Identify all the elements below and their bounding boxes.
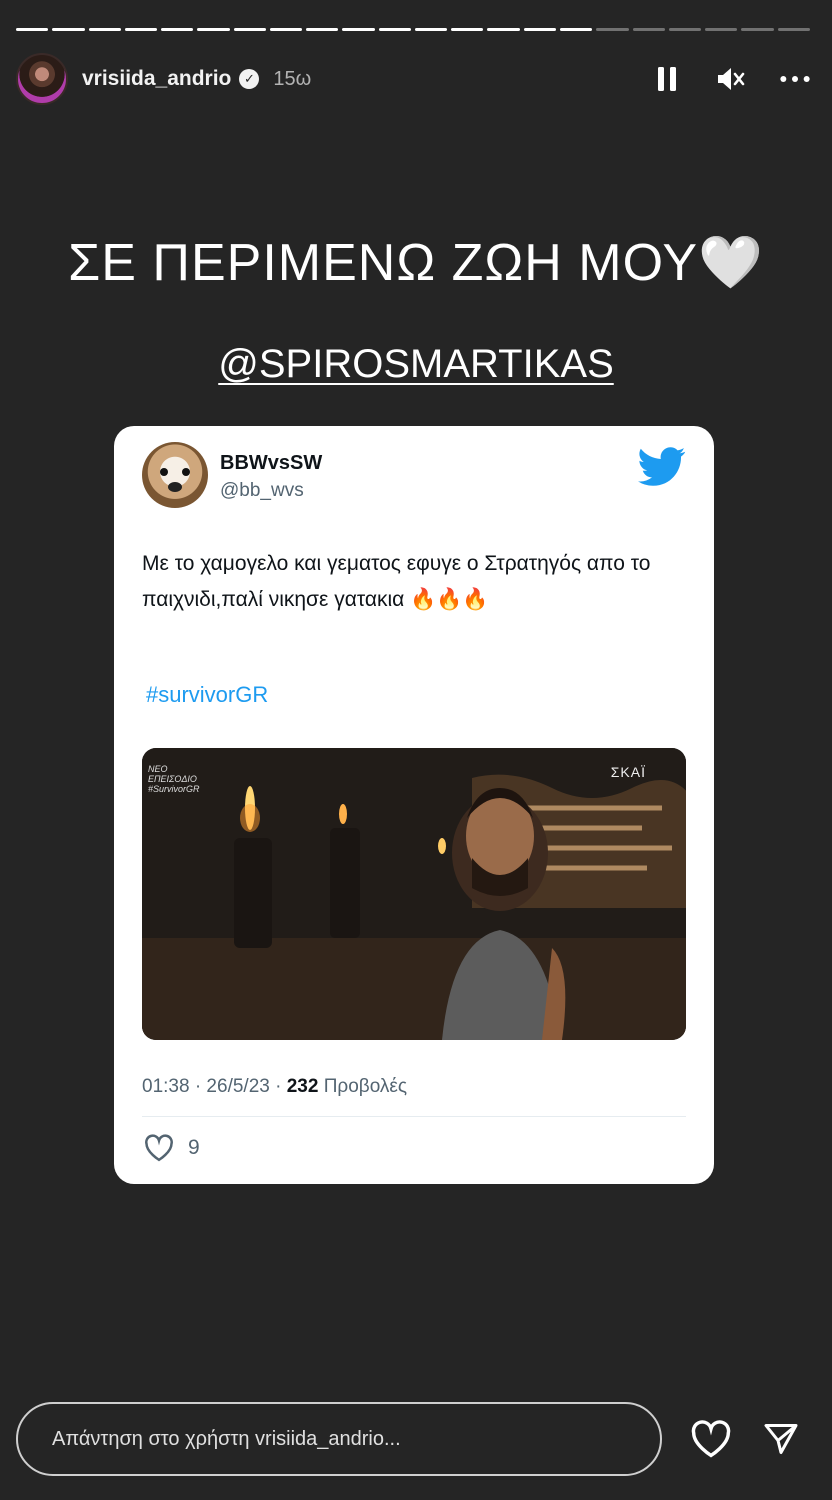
tweet-avatar: [142, 442, 208, 508]
progress-segment: [233, 28, 266, 31]
tweet-media-image[interactable]: ΝΕΟ ΕΠΕΙΣΟΔΙΟ #SurvivorGR ΣΚΑΪ: [142, 748, 686, 1040]
tweet-media-scene: [142, 748, 686, 1040]
avatar[interactable]: [16, 53, 68, 105]
story-headline: ΣΕ ΠΕΡΙΜΕΝΩ ΖΩΗ ΜΟΥ🤍: [68, 234, 764, 292]
heart-icon[interactable]: [690, 1420, 732, 1458]
avatar-eye: [160, 468, 168, 476]
progress-segment: [777, 28, 810, 31]
progress-segment: [596, 28, 629, 31]
tweet-text: Με το χαμογελο και γεματος εφυγε ο Στρατ…: [142, 552, 651, 611]
progress-segment: [161, 28, 194, 31]
progress-segment: [124, 28, 158, 31]
reply-placeholder: Απάντηση στο χρήστη vrisiida_andrio...: [52, 1427, 401, 1450]
progress-segment: [523, 28, 556, 31]
progress-segment: [269, 28, 303, 31]
more-icon[interactable]: [780, 64, 810, 94]
progress-segment: [705, 28, 738, 31]
tweet-timestamp: 01:38 · 26/5/23 ·: [142, 1076, 287, 1097]
header-actions: [652, 64, 810, 94]
tweet-likes: 9: [144, 1134, 200, 1162]
progress-segment: [197, 28, 230, 31]
progress-segment: [559, 28, 593, 31]
reply-input[interactable]: Απάντηση στο χρήστη vrisiida_andrio...: [16, 1402, 662, 1476]
media-overlay-left: ΝΕΟ ΕΠΕΙΣΟΔΙΟ #SurvivorGR: [148, 764, 200, 794]
tweet-card[interactable]: BBWvsSW @bb_wvs Με το χαμογελο και γεματ…: [114, 426, 714, 1184]
mute-icon[interactable]: [716, 64, 746, 94]
progress-segment: [342, 28, 375, 31]
tweet-meta: 01:38 · 26/5/23 · 232 Προβολές: [142, 1076, 407, 1098]
verified-badge-icon: ✓: [239, 69, 260, 89]
tweet-views-label: Προβολές: [318, 1076, 408, 1097]
progress-segment: [306, 28, 339, 31]
tweet-heart-icon[interactable]: [144, 1134, 174, 1162]
progress-segment: [52, 28, 85, 31]
progress-segment: [487, 28, 520, 31]
tweet-hashtag[interactable]: #survivorGR: [146, 682, 268, 708]
twitter-bird-icon: [638, 447, 686, 486]
progress-segment: [16, 28, 49, 31]
progress-segment: [668, 28, 702, 31]
progress-segment: [88, 28, 121, 31]
reply-bar: Απάντηση στο χρήστη vrisiida_andrio...: [16, 1402, 816, 1476]
avatar-eye: [182, 468, 190, 476]
pause-icon[interactable]: [652, 64, 682, 94]
tweet-likes-count: 9: [188, 1136, 200, 1159]
avatar-nose: [168, 482, 182, 492]
tweet-author-handle: @bb_wvs: [220, 480, 304, 501]
media-overlay-right: ΣΚΑΪ: [610, 764, 646, 780]
tweet-views-count: 232: [286, 1076, 319, 1097]
mention-text[interactable]: @SPIROSMARTIKAS: [218, 342, 614, 386]
tweet-author-name: BBWvsSW: [220, 452, 323, 474]
progress-segment: [414, 28, 448, 31]
reply-actions: [690, 1420, 800, 1458]
story-header: vrisiida_andrio ✓ 15ω: [16, 52, 810, 106]
story-time: 15ω: [273, 67, 312, 90]
mention-sticker[interactable]: @SPIROSMARTIKAS: [0, 342, 832, 387]
progress-segment: [378, 28, 411, 31]
story-progress-bar: [16, 28, 810, 32]
progress-segment: [451, 28, 484, 31]
send-icon[interactable]: [762, 1421, 800, 1457]
tweet-divider: [142, 1116, 686, 1117]
progress-segment: [632, 28, 665, 31]
progress-segment: [741, 28, 774, 31]
username[interactable]: vrisiida_andrio: [82, 67, 231, 91]
